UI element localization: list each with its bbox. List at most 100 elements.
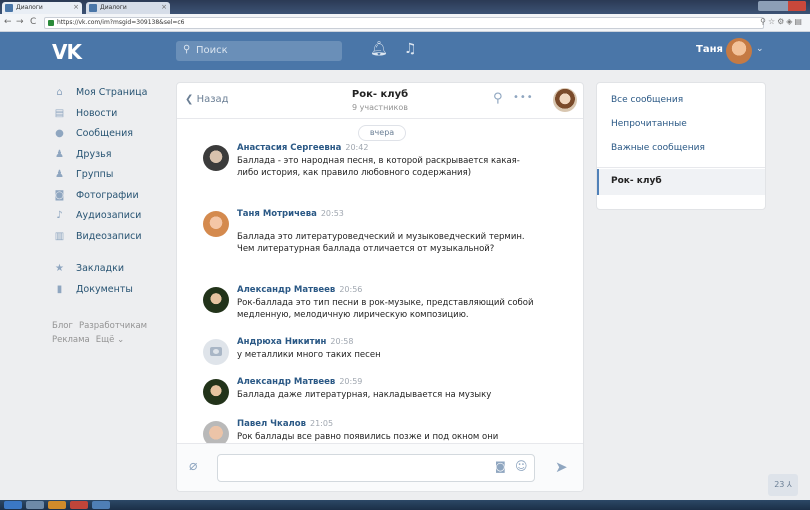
filter-all-messages[interactable]: Все сообщения	[611, 95, 683, 105]
extensions-icons[interactable]: ⚲☆⚙◈▤	[760, 17, 804, 26]
sidebar-item-groups[interactable]: ♟ Группы	[52, 166, 172, 187]
sidebar-item-label: Моя Страница	[76, 87, 148, 98]
message-time[interactable]: 20:53	[321, 209, 344, 218]
sidebar-item-label: Видеозаписи	[76, 230, 142, 242]
sidebar-footer: Блог Разработчикам Реклама Ещё ⌄	[52, 319, 172, 347]
avatar[interactable]	[203, 287, 229, 313]
message-time[interactable]: 20:42	[345, 143, 368, 152]
footer-dev-link[interactable]: Разработчикам	[79, 321, 147, 331]
active-dialog-item[interactable]: Рок- клуб	[597, 169, 765, 195]
music-icon: ♪	[56, 210, 63, 221]
message-time[interactable]: 20:59	[339, 377, 362, 386]
search-placeholder: Поиск	[196, 45, 228, 56]
search-input[interactable]: ⚲ Поиск	[176, 41, 342, 61]
message-author[interactable]: Александр Матвеев 20:59	[237, 377, 362, 387]
url-text: https://vk.com/im?msgid=309138&sel=c6	[57, 19, 185, 26]
message-time[interactable]: 20:58	[330, 337, 353, 346]
browser-tab-label: Диалоги	[100, 4, 127, 11]
bell-icon[interactable]: 🔔︎	[370, 41, 388, 57]
attach-icon[interactable]: ⌀	[189, 458, 197, 474]
user-name[interactable]: Таня	[696, 44, 723, 55]
url-field[interactable]: https://vk.com/im?msgid=309138&sel=c6	[44, 17, 764, 29]
avatar[interactable]	[203, 211, 229, 237]
chat-panel: ❮ Назад Рок- клуб 9 участников ⚲ ••• вче…	[176, 82, 584, 492]
dialogs-filter-menu: Все сообщения Непрочитанные Важные сообщ…	[596, 82, 766, 210]
close-icon[interactable]: ×	[161, 3, 167, 11]
sidebar-item-label: Новости	[76, 107, 118, 119]
footer-ads-link[interactable]: Реклама	[52, 335, 90, 345]
user-avatar[interactable]	[726, 38, 752, 64]
avatar[interactable]	[203, 379, 229, 405]
message-author[interactable]: Александр Матвеев 20:56	[237, 285, 362, 295]
video-icon: ▥	[54, 230, 65, 242]
taskbar-app-icon[interactable]	[70, 501, 88, 509]
sidebar-item-news[interactable]: ▤ Новости	[52, 105, 172, 126]
emoji-icon[interactable]: ☺	[515, 459, 528, 473]
chat-header: ❮ Назад Рок- клуб 9 участников ⚲ •••	[177, 83, 583, 119]
message-author[interactable]: Таня Мотричева 20:53	[237, 209, 344, 219]
start-icon[interactable]	[4, 501, 22, 509]
address-bar: ← → C https://vk.com/im?msgid=309138&sel…	[0, 14, 810, 32]
sidebar-item-messages[interactable]: ● Сообщения	[52, 125, 172, 146]
chevron-down-icon[interactable]: ⌄	[756, 44, 764, 54]
send-icon[interactable]: ➤	[555, 458, 568, 476]
forward-arrow-icon[interactable]: →	[16, 17, 24, 27]
close-icon[interactable]: ×	[73, 3, 79, 11]
browser-tab-2[interactable]: Диалоги ×	[86, 2, 170, 14]
sidebar-item-bookmarks[interactable]: ★ Закладки	[52, 260, 172, 281]
sidebar-item-documents[interactable]: ▮ Документы	[52, 281, 172, 302]
search-icon: ⚲	[183, 44, 191, 55]
avatar[interactable]	[203, 145, 229, 171]
footer-blog-link[interactable]: Блог	[52, 321, 73, 331]
message-text: Рок баллады все равно появились позже и …	[237, 432, 499, 442]
music-note-icon[interactable]: ♫	[404, 41, 417, 57]
home-icon: ⌂	[56, 87, 63, 98]
taskbar-app-icon[interactable]	[26, 501, 44, 509]
messages-icon: ●	[55, 128, 64, 139]
message-text: у металлики много таких песен	[237, 350, 381, 360]
window-controls[interactable]	[758, 1, 806, 11]
window-close-button[interactable]	[788, 1, 806, 11]
chat-members-count[interactable]: 9 участников	[177, 103, 583, 112]
date-divider: вчера	[358, 125, 406, 141]
chat-avatar[interactable]	[553, 88, 577, 112]
message-time[interactable]: 21:05	[310, 419, 333, 428]
camera-icon[interactable]: ◙	[495, 460, 506, 473]
sidebar-item-label: Закладки	[76, 263, 125, 274]
groups-icon: ♟	[55, 169, 64, 180]
message-time[interactable]: 20:56	[339, 285, 362, 294]
left-sidebar: ⌂ Моя Страница ▤ Новости ● Сообщения ♟ Друзь…	[52, 84, 172, 347]
online-counter[interactable]: 23 ⅄	[768, 474, 798, 496]
sidebar-item-friends[interactable]: ♟ Друзья	[52, 146, 172, 167]
sidebar-item-label: Документы	[76, 283, 133, 295]
sidebar-item-video[interactable]: ▥ Видеозаписи	[52, 228, 172, 249]
chat-search-icon[interactable]: ⚲	[493, 91, 503, 106]
avatar[interactable]	[203, 339, 229, 365]
vk-logo[interactable]: VK	[52, 40, 82, 64]
back-arrow-icon[interactable]: ←	[4, 17, 12, 27]
sidebar-item-music[interactable]: ♪ Аудиозаписи	[52, 207, 172, 228]
more-icon[interactable]: •••	[513, 92, 534, 103]
taskbar-app-icon[interactable]	[48, 501, 66, 509]
browser-tab-label: Диалоги	[16, 4, 43, 11]
message-author[interactable]: Анастасия Сергеевна 20:42	[237, 143, 368, 153]
footer-more-link[interactable]: Ещё ⌄	[96, 335, 124, 345]
filter-unread[interactable]: Непрочитанные	[611, 119, 687, 129]
sidebar-item-label: Фотографии	[76, 189, 139, 201]
sidebar-item-my-page[interactable]: ⌂ Моя Страница	[52, 84, 172, 105]
message-text: Баллада - это народная песня, в которой …	[237, 156, 520, 178]
vk-header: VK ⚲ Поиск 🔔︎ ♫ Таня ⌄	[0, 32, 810, 70]
friends-icon: ♟	[55, 148, 64, 160]
message-input[interactable]	[217, 454, 535, 482]
browser-tab-1[interactable]: Диалоги ×	[2, 2, 82, 14]
sidebar-item-photos[interactable]: ◙ Фотографии	[52, 187, 172, 208]
message-author[interactable]: Павел Чкалов 21:05	[237, 419, 333, 429]
reload-icon[interactable]: C	[30, 17, 36, 27]
filter-important[interactable]: Важные сообщения	[611, 143, 705, 153]
taskbar-app-icon[interactable]	[92, 501, 110, 509]
active-dialog-label: Рок- клуб	[611, 176, 662, 186]
message-author[interactable]: Андрюха Никитин 20:58	[237, 337, 353, 347]
sidebar-item-label: Аудиозаписи	[76, 210, 142, 221]
sidebar-item-label: Друзья	[76, 148, 112, 160]
